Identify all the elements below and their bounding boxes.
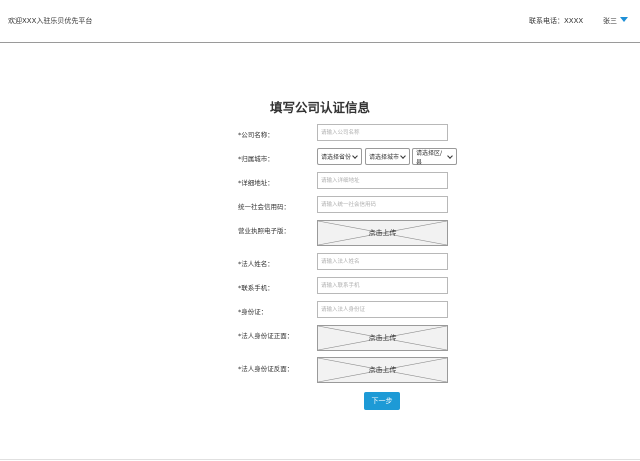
id-card-input[interactable] — [317, 301, 448, 318]
district-select[interactable]: 请选择区/县 — [412, 148, 457, 166]
top-header: 欢迎XXX入驻乐贝优先平台 联系电话：XXXX 张三 — [0, 0, 640, 43]
welcome-text: 欢迎XXX入驻乐贝优先平台 — [8, 17, 93, 25]
chevron-down-icon — [352, 152, 358, 159]
user-name[interactable]: 张三 — [603, 16, 617, 26]
id-back-label: *法人身份证反面： — [238, 365, 294, 373]
id-card-label: *身份证： — [238, 308, 268, 316]
legal-name-input[interactable] — [317, 253, 448, 270]
city-select-value: 请选择城市 — [369, 154, 400, 161]
id-back-upload-label: 点击上传 — [368, 366, 397, 374]
chevron-down-icon — [400, 152, 406, 159]
license-label: 营业执照电子版： — [238, 227, 290, 235]
province-select[interactable]: 请选择省份 — [317, 148, 362, 165]
address-input[interactable] — [317, 172, 448, 189]
province-select-value: 请选择省份 — [321, 154, 352, 161]
phone-label: *联系手机： — [238, 284, 274, 292]
city-select[interactable]: 请选择城市 — [365, 148, 410, 165]
id-front-label: *法人身份证正面： — [238, 332, 294, 340]
license-upload-label: 点击上传 — [368, 229, 397, 237]
page-title: 填写公司认证信息 — [269, 100, 370, 115]
id-front-upload-label: 点击上传 — [368, 334, 397, 342]
credit-code-label: 统一社会信用码： — [238, 203, 290, 211]
id-back-upload[interactable]: 点击上传 — [317, 357, 448, 383]
company-name-label: *公司名称： — [238, 131, 274, 139]
next-button[interactable]: 下一步 — [364, 392, 400, 410]
credit-code-input[interactable] — [317, 196, 448, 213]
license-upload[interactable]: 点击上传 — [317, 220, 448, 246]
caret-down-icon[interactable] — [620, 17, 628, 22]
id-front-upload[interactable]: 点击上传 — [317, 325, 448, 351]
contact-phone: 联系电话：XXXX — [529, 17, 584, 25]
district-select-value: 请选择区/县 — [416, 149, 443, 166]
phone-input[interactable] — [317, 277, 448, 294]
city-label: *归属城市： — [238, 155, 274, 163]
company-name-input[interactable] — [317, 124, 448, 141]
chevron-down-icon — [447, 152, 453, 159]
address-label: *详细地址： — [238, 179, 274, 187]
bottom-divider — [0, 459, 640, 460]
legal-name-label: *法人姓名： — [238, 260, 274, 268]
